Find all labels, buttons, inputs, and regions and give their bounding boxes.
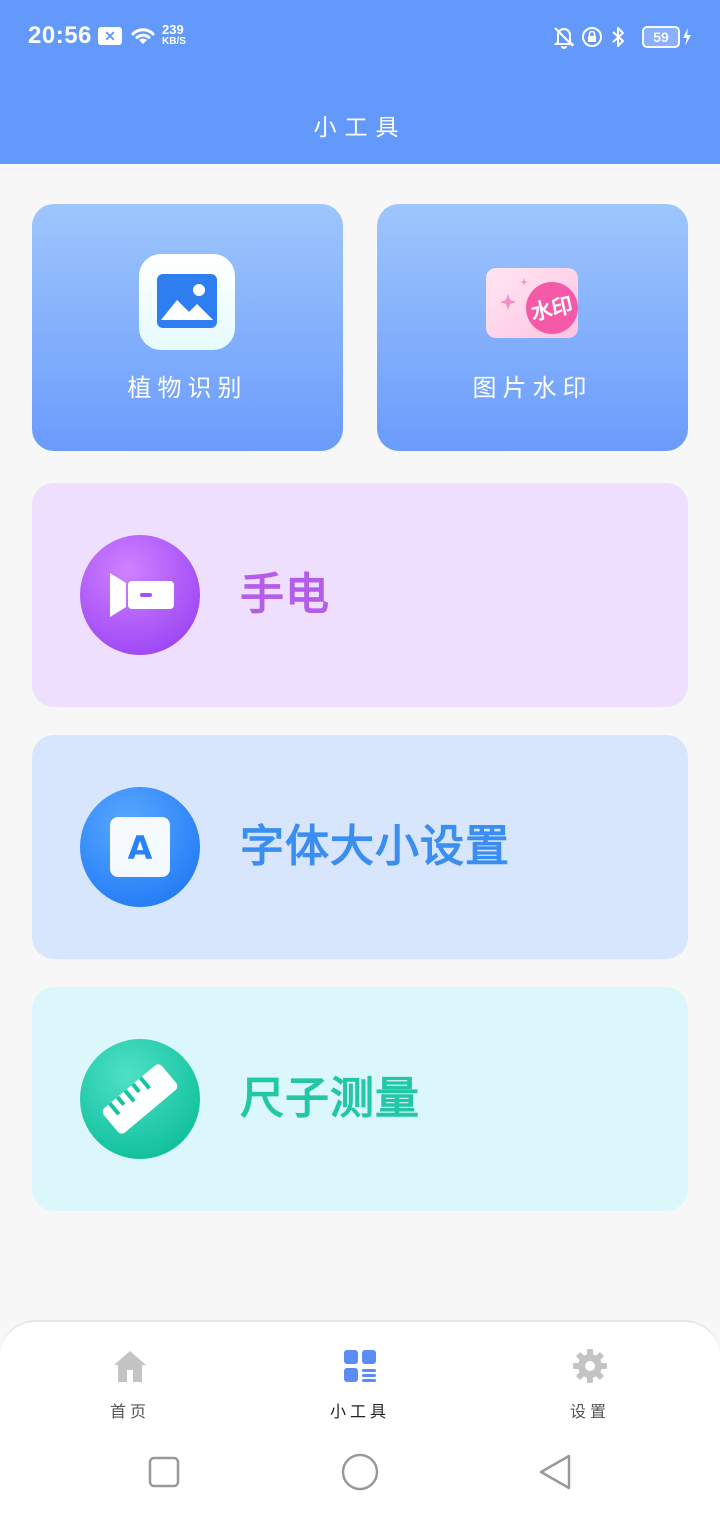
nav-item-settings[interactable]: 设置 <box>520 1322 660 1426</box>
mute-bell-icon <box>553 27 575 49</box>
font-size-card[interactable]: A 字体大小设置 <box>32 735 688 959</box>
battery-level: 59 <box>642 26 680 48</box>
ruler-card[interactable]: 尺子测量 <box>32 987 688 1211</box>
status-bar: 20:56 ✕ 239 KB/S 59 <box>0 0 720 76</box>
home-circle-icon[interactable] <box>339 1451 381 1493</box>
page-title: 小工具 <box>313 115 407 141</box>
recents-square-icon[interactable] <box>144 1452 184 1492</box>
nav-label: 设置 <box>569 1402 610 1421</box>
home-icon <box>114 1351 146 1382</box>
nav-label: 小工具 <box>329 1402 390 1421</box>
status-time: 20:56 <box>28 22 92 49</box>
flashlight-label: 手电 <box>240 569 330 620</box>
grid-icon <box>344 1350 376 1382</box>
system-navigation-bar <box>0 1424 720 1520</box>
status-icons: 59 <box>552 24 692 50</box>
tile-label: 图片水印 <box>472 374 593 402</box>
notification-badge-icon: ✕ <box>98 27 122 45</box>
image-icon <box>139 254 235 350</box>
font-size-icon: A <box>80 787 200 907</box>
app-header: 20:56 ✕ 239 KB/S 59 小工具 <box>0 0 720 164</box>
watermark-icon: 水印 <box>486 268 578 338</box>
svg-text:A: A <box>128 829 153 867</box>
flashlight-card[interactable]: 手电 <box>32 483 688 707</box>
wifi-icon <box>131 28 155 44</box>
nav-label: 首页 <box>109 1402 150 1421</box>
bottom-navigation: 首页 小工具 设置 <box>0 1320 720 1424</box>
nav-item-tools[interactable]: 小工具 <box>290 1322 430 1426</box>
charging-bolt-icon <box>683 28 691 46</box>
image-watermark-tile[interactable]: 水印 图片水印 <box>377 204 688 451</box>
plant-recognition-tile[interactable]: 植物识别 <box>32 204 343 451</box>
nav-item-home[interactable]: 首页 <box>60 1322 200 1426</box>
font-size-label: 字体大小设置 <box>240 821 510 872</box>
rotation-lock-icon <box>582 27 602 47</box>
tile-label: 植物识别 <box>127 374 248 402</box>
back-triangle-icon[interactable] <box>536 1452 576 1492</box>
ruler-icon <box>80 1039 200 1159</box>
network-speed: 239 KB/S <box>162 22 186 47</box>
flashlight-icon <box>80 535 200 655</box>
gear-icon <box>573 1349 607 1383</box>
bluetooth-icon <box>612 27 624 47</box>
ruler-label: 尺子测量 <box>240 1073 420 1124</box>
